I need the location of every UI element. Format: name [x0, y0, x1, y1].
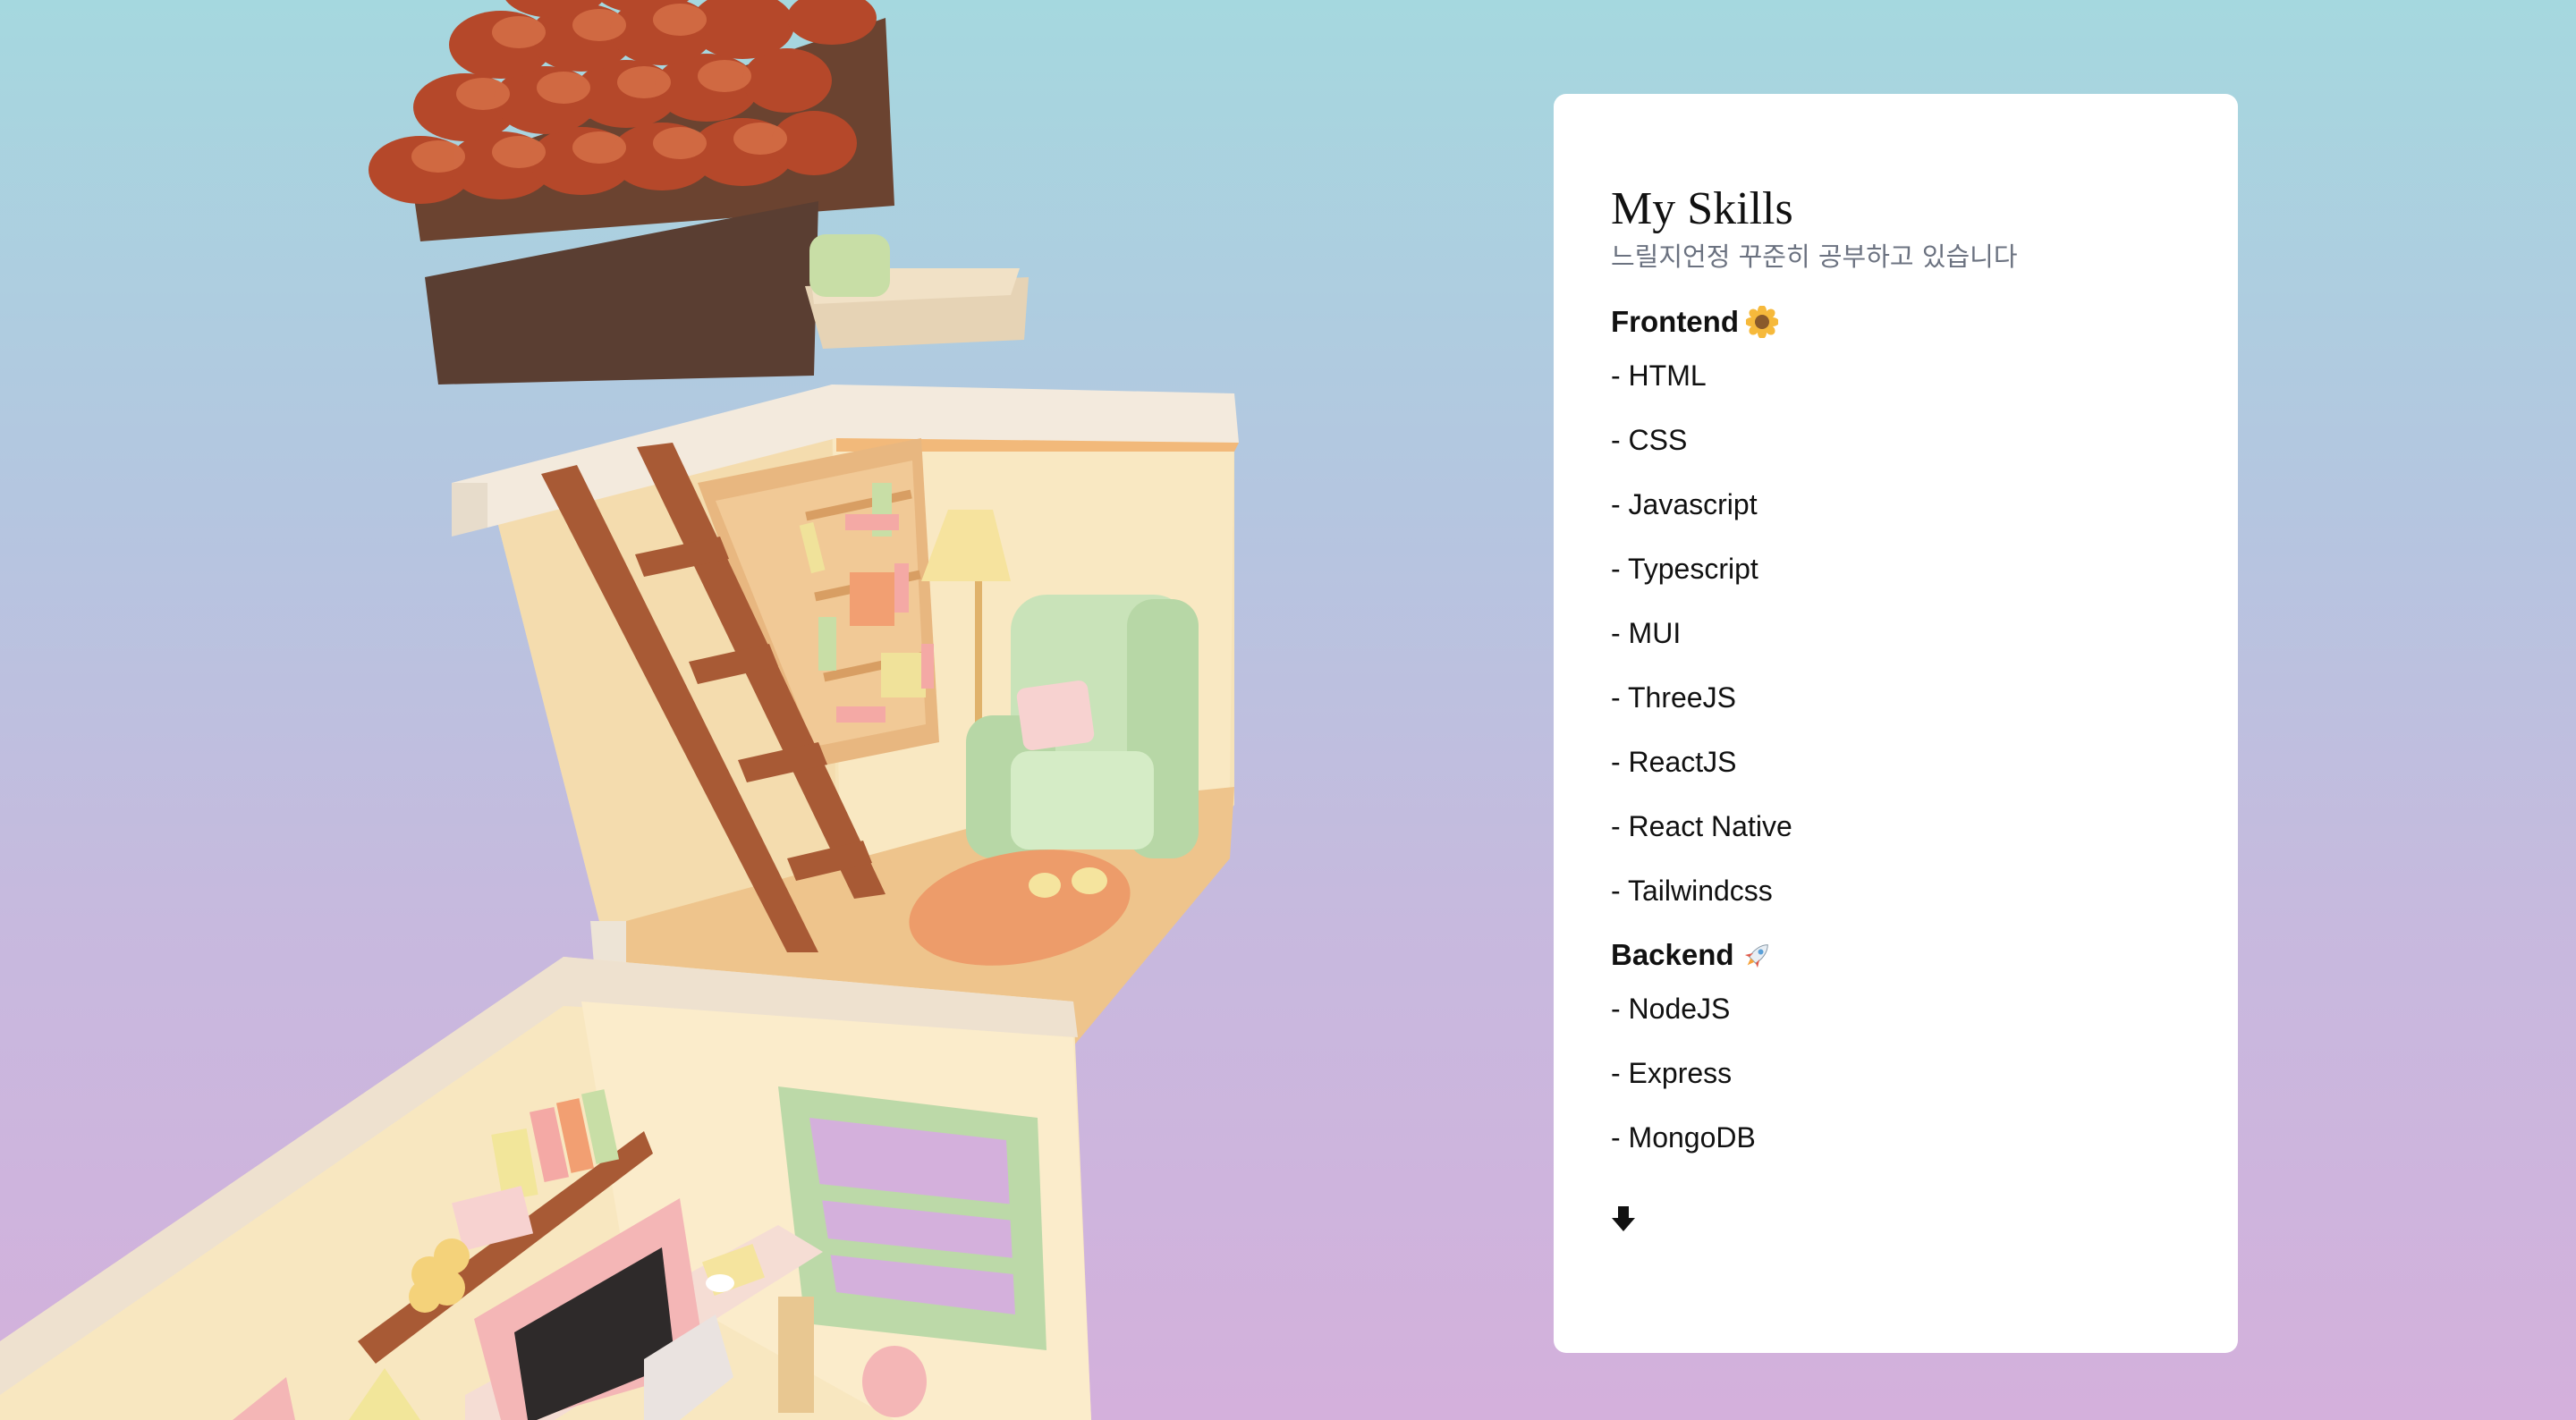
skill-item: - Express [1611, 1057, 1733, 1090]
backend-heading: Backend [1611, 936, 2181, 974]
skill-item: - MUI [1611, 617, 1682, 650]
house-3d-illustration[interactable] [0, 0, 1342, 1420]
backend-skill-list: - NodeJS - Express - MongoDB [1611, 992, 2181, 1154]
page-title: My Skills [1611, 183, 1793, 234]
skills-card: My Skills 느릴지언정 꾸준히 공부하고 있습니다 Frontend - [1554, 94, 2238, 1353]
lower-floor-room [0, 957, 1091, 1420]
rocket-icon [1741, 939, 1774, 971]
skill-item: - Javascript [1611, 488, 1758, 521]
frontend-skill-list: - HTML - CSS - Javascript - Typescript -… [1611, 359, 2181, 908]
skill-item: - Typescript [1611, 553, 1758, 586]
skill-item: - MongoDB [1611, 1121, 1756, 1154]
middle-floor-room [452, 385, 1239, 1055]
skill-item: - React Native [1611, 810, 1792, 843]
skill-item: - CSS [1611, 424, 1688, 457]
skill-item: - HTML [1611, 359, 1707, 393]
skill-item: - NodeJS [1611, 993, 1731, 1026]
frontend-heading-label: Frontend [1611, 305, 1739, 339]
skill-item: - Tailwindcss [1611, 875, 1773, 908]
frontend-heading: Frontend [1611, 303, 2181, 341]
skill-item: - ReactJS [1611, 746, 1737, 779]
backend-heading-label: Backend [1611, 938, 1734, 972]
skill-item: - ThreeJS [1611, 681, 1736, 714]
page-subtitle: 느릴지언정 꾸준히 공부하고 있습니다 [1611, 241, 2018, 273]
down-arrow-icon[interactable] [1611, 1204, 1636, 1233]
sunflower-icon [1745, 306, 1778, 339]
roof-tiles [369, 0, 1029, 385]
